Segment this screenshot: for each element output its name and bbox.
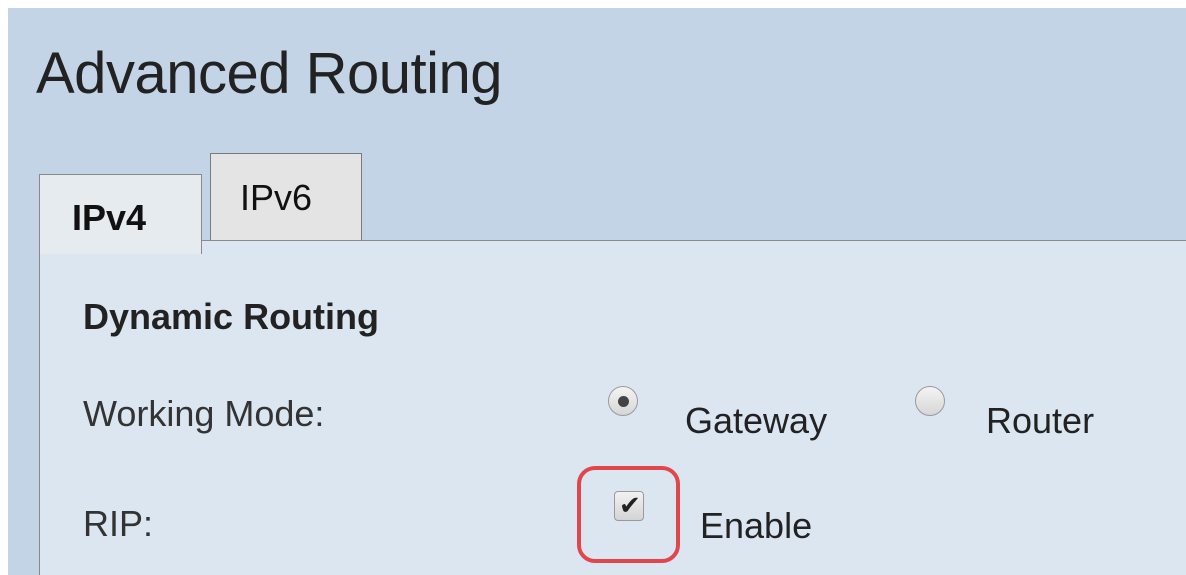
tab-ipv4[interactable]: IPv4 bbox=[39, 174, 202, 254]
working-mode-label: Working Mode: bbox=[83, 393, 325, 434]
tab-ipv6-label: IPv6 bbox=[240, 177, 313, 218]
gateway-radio-label[interactable]: Gateway bbox=[685, 400, 827, 442]
rip-label: RIP: bbox=[83, 503, 154, 544]
router-radio[interactable] bbox=[915, 386, 945, 416]
tab-content-panel: Dynamic Routing Working Mode: Gateway Ro… bbox=[39, 240, 1186, 575]
tab-ipv6[interactable]: IPv6 bbox=[210, 153, 362, 241]
page-frame: Advanced Routing IPv4 IPv6 Dynamic Routi… bbox=[8, 8, 1186, 575]
gateway-radio[interactable] bbox=[608, 386, 638, 416]
section-title: Dynamic Routing bbox=[83, 296, 380, 337]
tab-ipv4-label: IPv4 bbox=[72, 197, 147, 238]
rip-enable-checkbox[interactable]: ✔ bbox=[614, 490, 644, 521]
page-title: Advanced Routing bbox=[36, 41, 503, 106]
router-radio-label[interactable]: Router bbox=[986, 400, 1094, 442]
checkmark-icon: ✔ bbox=[619, 490, 641, 520]
rip-enable-label[interactable]: Enable bbox=[700, 505, 812, 547]
